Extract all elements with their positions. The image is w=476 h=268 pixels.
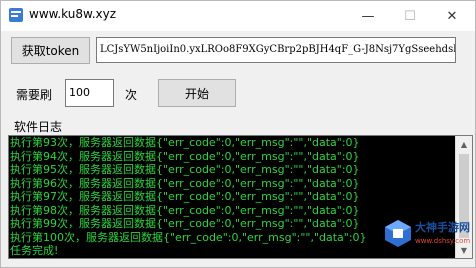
maximize-button[interactable]: ☐: [389, 1, 431, 31]
scroll-up-icon[interactable]: ▲: [456, 136, 472, 152]
count-input[interactable]: 100: [65, 79, 114, 107]
minimize-button[interactable]: —: [347, 1, 389, 31]
watermark-url: www.dshsy.com: [415, 237, 471, 245]
cube-logo-icon: [385, 220, 411, 247]
window-title: www.ku8w.xyz: [29, 7, 117, 21]
title-bar[interactable]: www.ku8w.xyz — ☐ ✕: [1, 1, 475, 31]
close-button[interactable]: ✕: [431, 1, 473, 31]
count-unit-label: 次: [125, 88, 138, 102]
app-icon: [9, 8, 23, 22]
watermark-logo: 大神手游网 www.dshsy.com: [381, 213, 471, 263]
watermark-name: 大神手游网: [415, 221, 470, 234]
token-input[interactable]: LCJsYW5nIjoiIn0.yxLROo8F9XGyCBrp2pBJH4qF…: [96, 37, 456, 63]
log-line: 执行第97次，服务器返回数据{"err_code":0,"err_msg":""…: [10, 190, 360, 203]
get-token-button[interactable]: 获取token: [11, 37, 90, 64]
count-label: 需要刷: [16, 88, 53, 102]
log-line: 执行第94次，服务器返回数据{"err_code":0,"err_msg":""…: [10, 149, 360, 163]
log-line: 执行第93次，服务器返回数据{"err_code":0,"err_msg":""…: [10, 136, 360, 149]
log-line: 执行第95次，服务器返回数据{"err_code":0,"err_msg":""…: [10, 163, 360, 176]
log-label: 软件日志: [14, 120, 63, 134]
log-line: 执行第96次，服务器返回数据{"err_code":0,"err_msg":""…: [10, 176, 360, 190]
app-window: www.ku8w.xyz — ☐ ✕ 获取token LCJsYW5nIjoiI…: [0, 0, 476, 268]
start-button[interactable]: 开始: [158, 79, 236, 107]
